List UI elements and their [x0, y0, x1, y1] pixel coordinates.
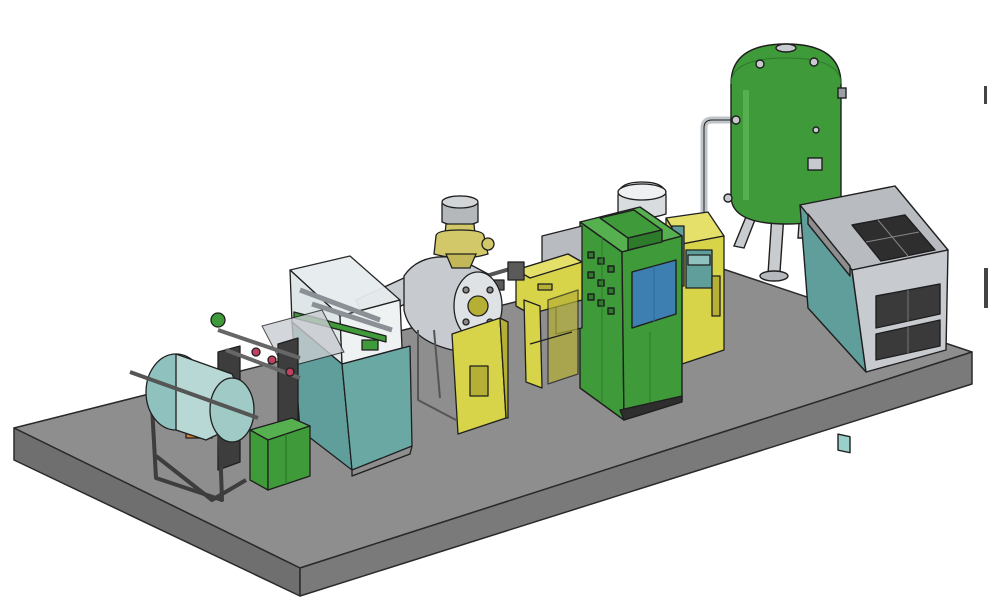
edge-mark	[984, 86, 987, 104]
control-box-small	[249, 417, 311, 491]
control-box-front	[249, 429, 269, 491]
equipment-layout-drawing	[0, 0, 1005, 601]
main-control-cabinet	[579, 206, 683, 421]
edge-mark	[984, 268, 988, 308]
isometric-machinery-diagram	[13, 43, 988, 597]
compressor-display	[837, 433, 851, 454]
